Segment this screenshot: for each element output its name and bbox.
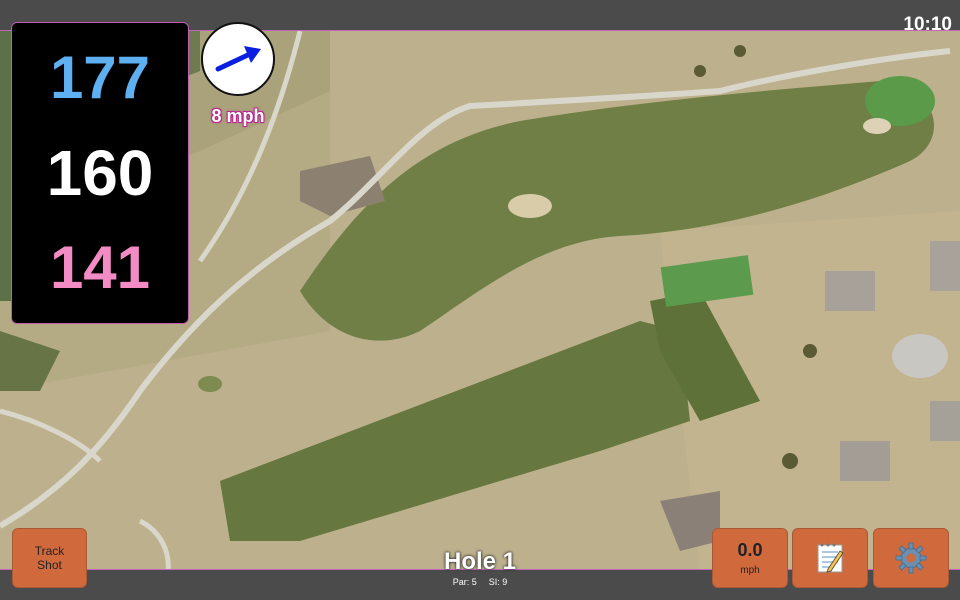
wind-button-value: 0.0 <box>737 540 763 560</box>
notepad-icon <box>817 543 844 573</box>
middle-distance: 160 <box>46 136 154 209</box>
notes-button[interactable] <box>792 528 868 588</box>
wind-arrow-icon <box>215 46 261 72</box>
back-distance: 177 <box>49 43 151 111</box>
hole-title: Hole 1 <box>443 548 517 575</box>
wind-button-unit: mph <box>740 565 760 576</box>
track-shot-button[interactable]: Track Shot <box>12 528 87 588</box>
wind-direction-dial <box>201 22 275 96</box>
wind-speed-button[interactable]: 0.0 mph <box>712 528 788 588</box>
track-shot-label-line2: Shot <box>37 558 62 572</box>
stroke-index-label: SI: 9 <box>488 577 508 587</box>
distance-panel: 177 160 141 <box>11 22 189 324</box>
wind-speed-label: 8 mph <box>211 106 265 126</box>
par-label: Par: 5 <box>452 577 477 587</box>
settings-button[interactable] <box>873 528 949 588</box>
gear-icon <box>895 542 927 574</box>
track-shot-label-line1: Track <box>34 544 65 558</box>
hole-info: Par: 5 SI: 9 <box>420 577 540 587</box>
front-distance: 141 <box>49 234 151 302</box>
